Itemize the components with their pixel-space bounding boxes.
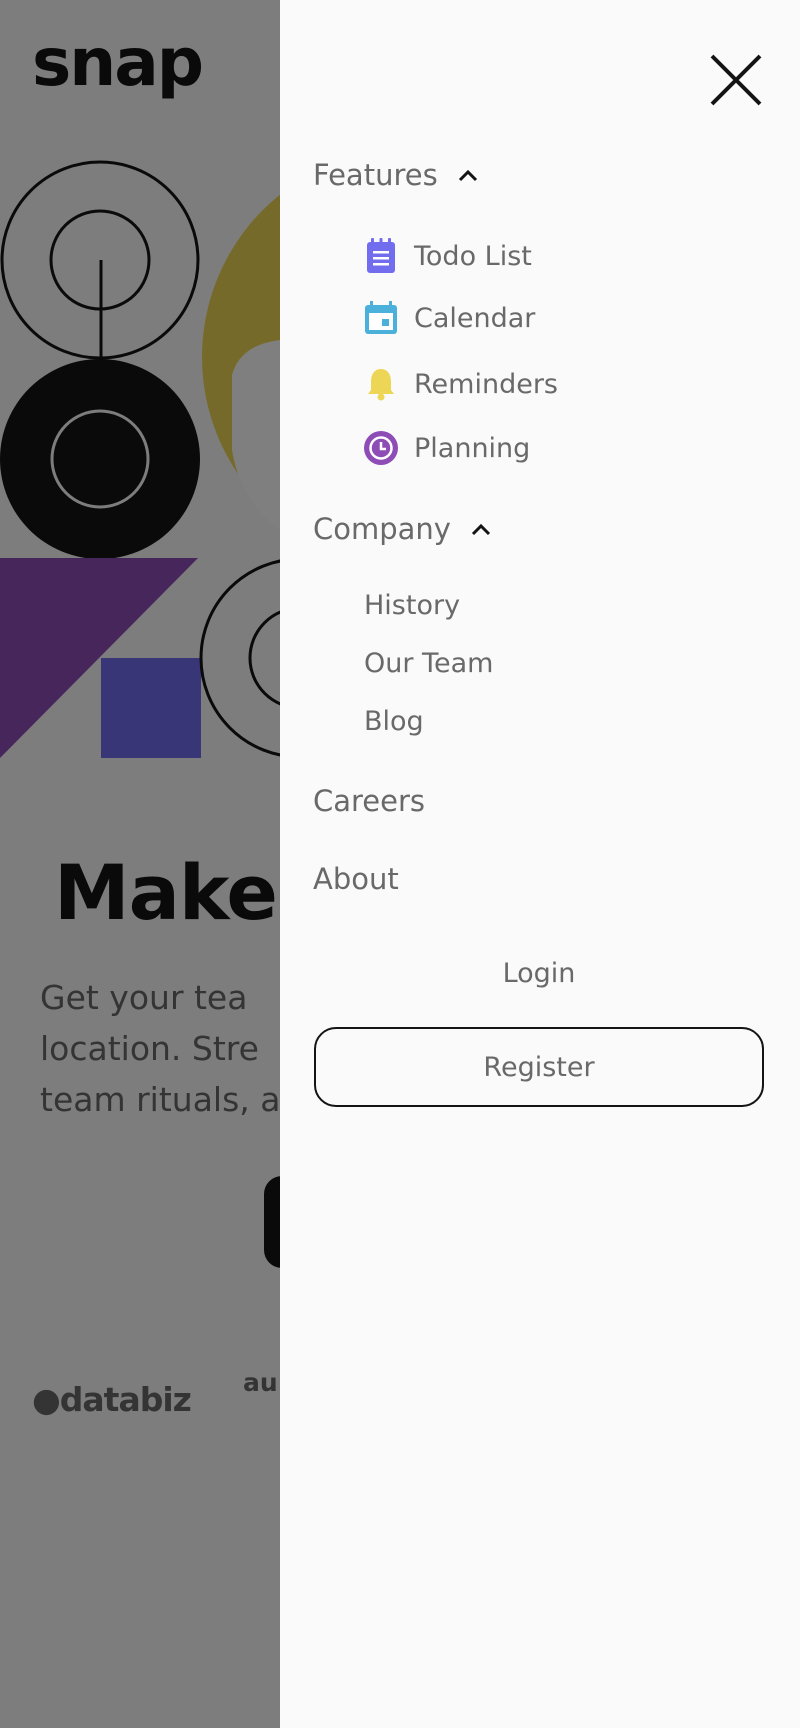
menu-item-calendar[interactable]: Calendar xyxy=(364,300,535,336)
menu-item-about[interactable]: About xyxy=(313,862,399,896)
close-menu-button[interactable] xyxy=(706,50,766,110)
menu-item-reminders[interactable]: Reminders xyxy=(364,366,558,402)
bell-icon xyxy=(364,366,398,402)
menu-item-history[interactable]: History xyxy=(364,590,460,621)
menu-item-blog[interactable]: Blog xyxy=(364,706,424,737)
menu-item-label: Reminders xyxy=(414,368,558,400)
menu-item-our-team[interactable]: Our Team xyxy=(364,648,493,679)
chevron-up-icon xyxy=(471,522,491,536)
menu-item-planning[interactable]: Planning xyxy=(364,430,530,466)
menu-features-label: Features xyxy=(313,158,438,192)
calendar-icon xyxy=(364,300,398,336)
menu-item-label: Calendar xyxy=(414,302,536,334)
menu-item-label: Todo List xyxy=(414,240,532,272)
chevron-up-icon xyxy=(458,168,478,182)
menu-features-toggle[interactable]: Features xyxy=(313,158,478,192)
menu-item-label: Planning xyxy=(414,432,531,464)
close-icon xyxy=(710,54,762,106)
clock-icon xyxy=(364,430,398,466)
login-link[interactable]: Login xyxy=(314,958,764,989)
menu-careers-label: Careers xyxy=(313,784,426,818)
menu-about-label: About xyxy=(313,862,399,896)
menu-company-label: Company xyxy=(313,512,451,546)
menu-item-todo-list[interactable]: Todo List xyxy=(364,238,532,274)
menu-company-toggle[interactable]: Company xyxy=(313,512,491,546)
register-button[interactable]: Register xyxy=(314,1027,764,1107)
menu-item-careers[interactable]: Careers xyxy=(313,784,425,818)
todo-list-icon xyxy=(364,238,398,274)
